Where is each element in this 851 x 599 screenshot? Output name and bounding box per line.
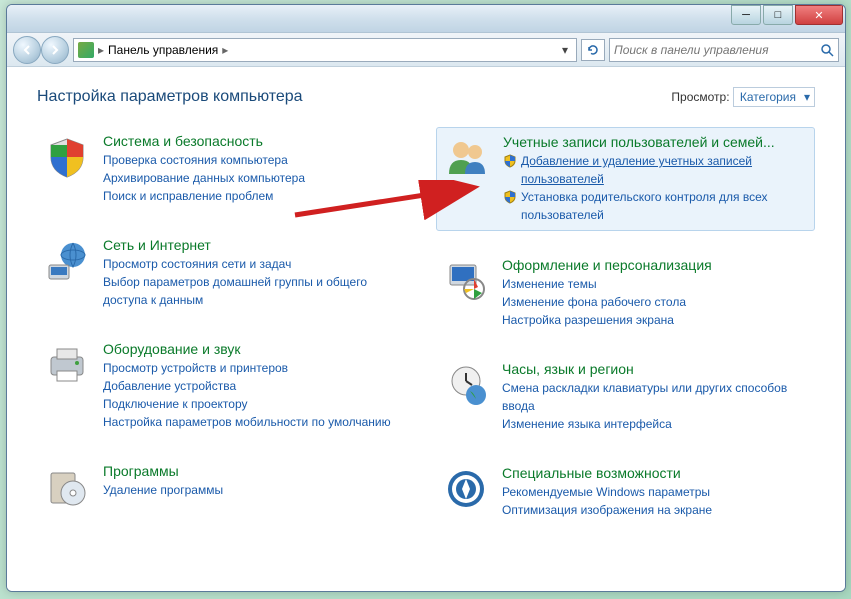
category-link[interactable]: Проверка состояния компьютера [103,151,410,169]
nav-arrows [13,36,69,64]
category-link[interactable]: Подключение к проектору [103,395,410,413]
category-accounts: Учетные записи пользователей и семей... … [436,127,815,231]
breadcrumb-dropdown[interactable]: ▾ [558,43,572,57]
window: ─ □ ✕ ▸ Панель управления ▸ ▾ [6,4,846,592]
category-link[interactable]: Просмотр состояния сети и задач [103,255,410,273]
category-link[interactable]: Поиск и исправление проблем [103,187,410,205]
category-title[interactable]: Учетные записи пользователей и семей... [503,134,808,150]
minimize-button[interactable]: ─ [731,5,761,25]
category-columns: Система и безопасность Проверка состояни… [37,127,815,545]
users-icon [443,134,491,182]
category-link[interactable]: Архивирование данных компьютера [103,169,410,187]
chevron-right-icon: ▸ [98,43,104,57]
arrow-left-icon [21,44,33,56]
navbar: ▸ Панель управления ▸ ▾ [7,33,845,67]
left-column: Система и безопасность Проверка состояни… [37,127,416,545]
category-link[interactable]: Изменение фона рабочего стола [502,293,809,311]
arrow-right-icon [49,44,61,56]
control-panel-icon [78,42,94,58]
view-control: Просмотр: Категория [671,87,815,107]
search-input[interactable] [614,43,820,57]
category-hardware: Оборудование и звук Просмотр устройств и… [37,335,416,437]
ease-of-access-icon [442,465,490,513]
category-link-parental-controls[interactable]: Установка родительского контроля для все… [503,188,808,224]
view-label: Просмотр: [671,90,729,104]
breadcrumb[interactable]: ▸ Панель управления ▸ ▾ [73,38,577,62]
right-column: Учетные записи пользователей и семей... … [436,127,815,545]
close-button[interactable]: ✕ [795,5,843,25]
appearance-icon [442,257,490,305]
category-link[interactable]: Настройка параметров мобильности по умол… [103,413,410,431]
category-link[interactable]: Оптимизация изображения на экране [502,501,809,519]
clock-globe-icon [442,361,490,409]
forward-button[interactable] [41,36,69,64]
category-title[interactable]: Оборудование и звук [103,341,410,357]
category-link[interactable]: Рекомендуемые Windows параметры [502,483,809,501]
category-title[interactable]: Сеть и Интернет [103,237,410,253]
category-link[interactable]: Смена раскладки клавиатуры или других сп… [502,379,809,415]
header-row: Настройка параметров компьютера Просмотр… [37,87,815,107]
category-link[interactable]: Просмотр устройств и принтеров [103,359,410,377]
maximize-button[interactable]: □ [763,5,793,25]
refresh-icon [586,43,600,57]
category-link-add-remove-accounts[interactable]: Добавление и удаление учетных записей по… [503,152,808,188]
category-system: Система и безопасность Проверка состояни… [37,127,416,211]
search-bar[interactable] [609,38,839,62]
category-title[interactable]: Программы [103,463,410,479]
titlebar: ─ □ ✕ [7,5,845,33]
category-clock: Часы, язык и регион Смена раскладки клав… [436,355,815,439]
shield-icon [43,133,91,181]
disc-box-icon [43,463,91,511]
back-button[interactable] [13,36,41,64]
category-link[interactable]: Добавление устройства [103,377,410,395]
category-appearance: Оформление и персонализация Изменение те… [436,251,815,335]
breadcrumb-item[interactable]: Панель управления [108,43,218,57]
link-text: Установка родительского контроля для все… [521,188,808,224]
content: Настройка параметров компьютера Просмотр… [7,67,845,591]
search-icon[interactable] [820,43,834,57]
category-link[interactable]: Выбор параметров домашней группы и общег… [103,273,410,309]
category-network: Сеть и Интернет Просмотр состояния сети … [37,231,416,315]
view-select[interactable]: Категория [733,87,815,107]
uac-shield-icon [503,190,517,204]
category-ease: Специальные возможности Рекомендуемые Wi… [436,459,815,525]
uac-shield-icon [503,154,517,168]
category-title[interactable]: Специальные возможности [502,465,809,481]
refresh-button[interactable] [581,39,605,61]
category-link[interactable]: Настройка разрешения экрана [502,311,809,329]
globe-network-icon [43,237,91,285]
category-link[interactable]: Удаление программы [103,481,410,499]
page-title: Настройка параметров компьютера [37,88,303,106]
category-programs: Программы Удаление программы [37,457,416,517]
category-link[interactable]: Изменение языка интерфейса [502,415,809,433]
chevron-right-icon: ▸ [222,43,228,57]
category-link[interactable]: Изменение темы [502,275,809,293]
printer-icon [43,341,91,389]
category-title[interactable]: Часы, язык и регион [502,361,809,377]
category-title[interactable]: Система и безопасность [103,133,410,149]
link-text: Добавление и удаление учетных записей по… [521,152,808,188]
category-title[interactable]: Оформление и персонализация [502,257,809,273]
